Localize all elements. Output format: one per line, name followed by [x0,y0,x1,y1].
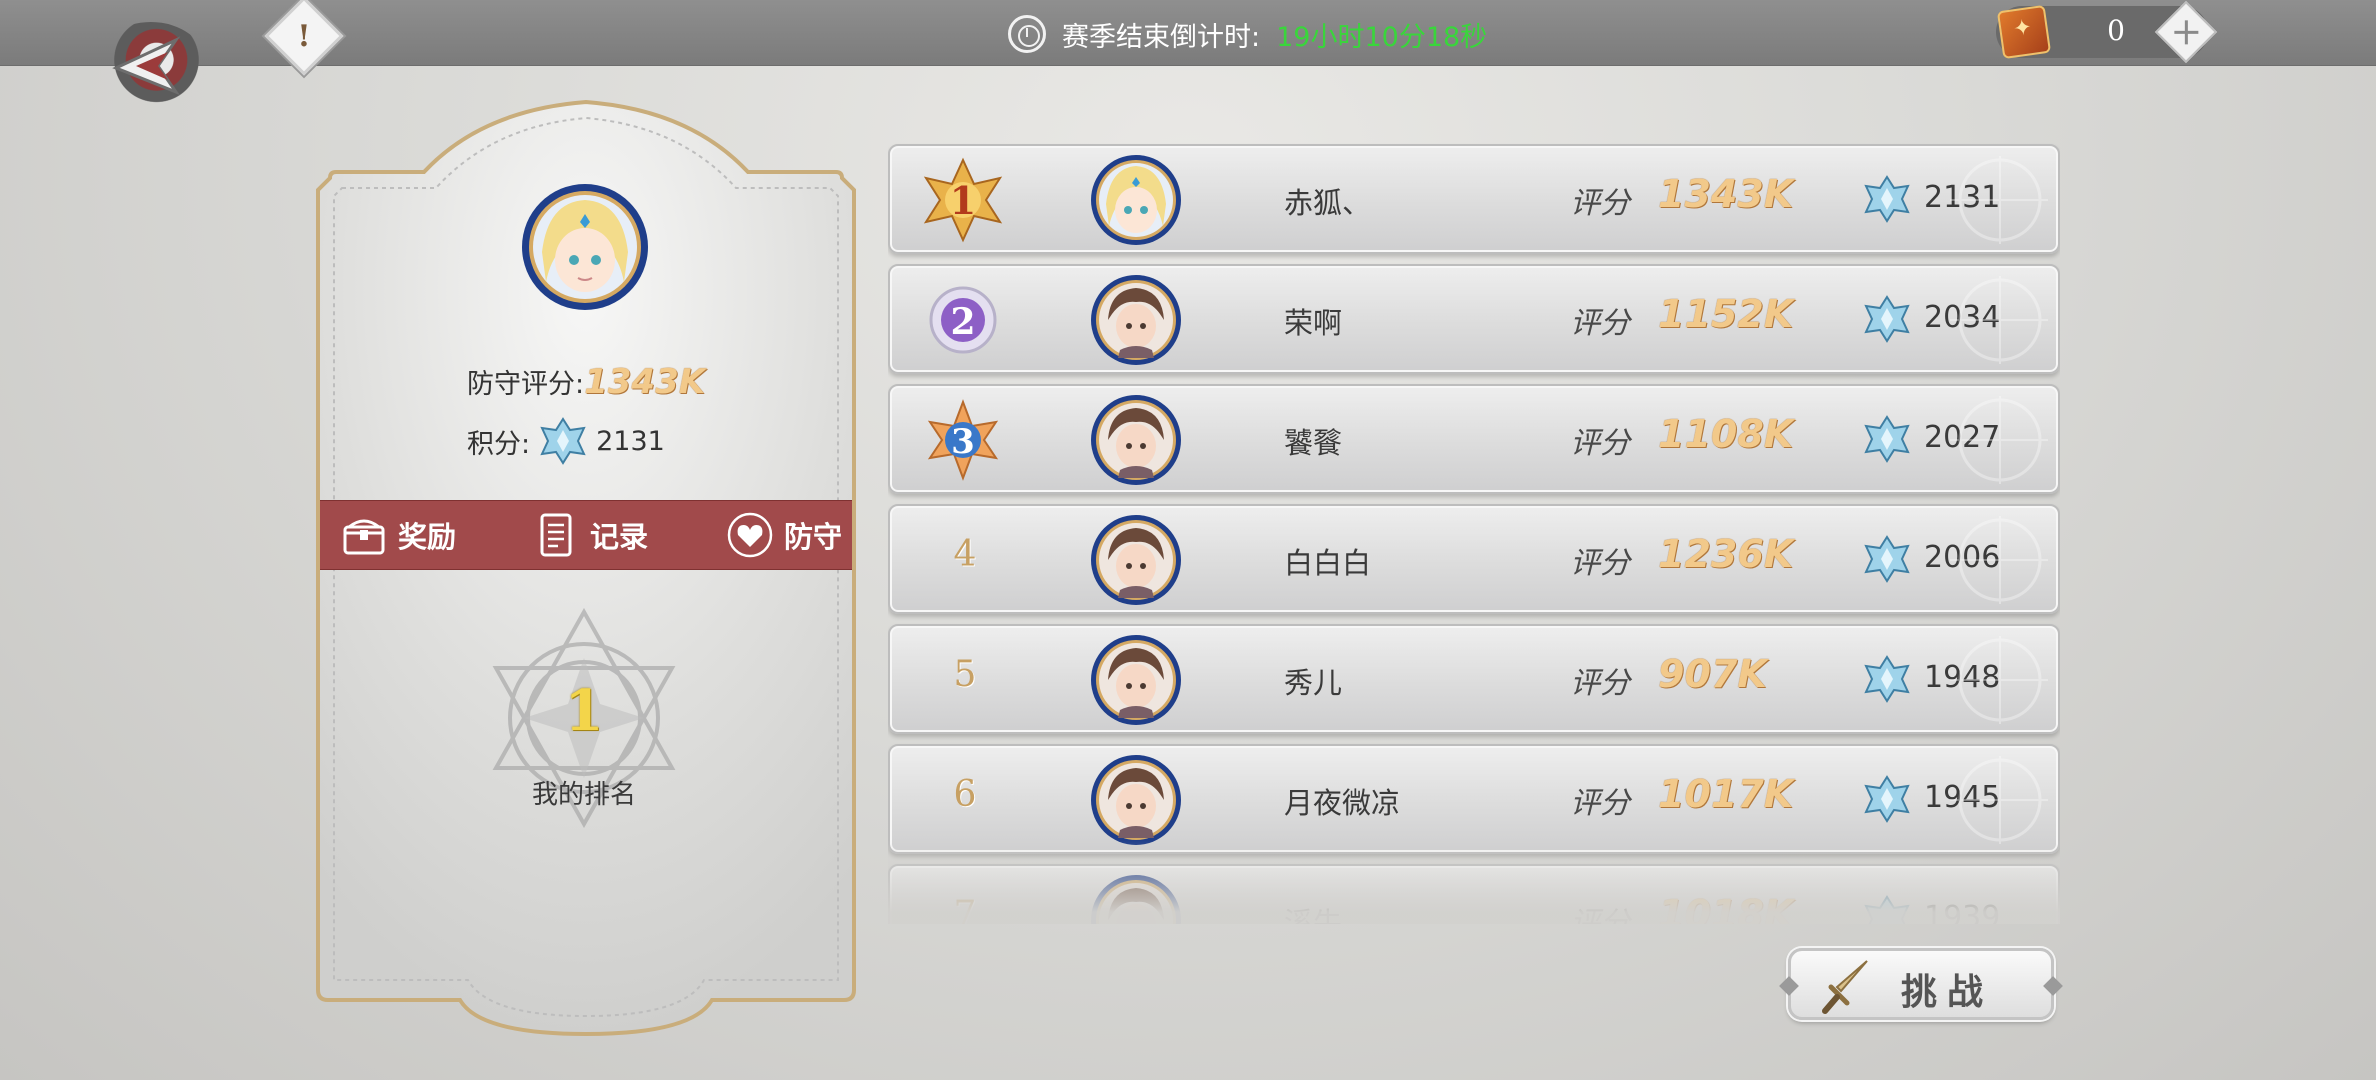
back-arrow-icon [112,36,181,96]
svg-text:1: 1 [950,178,976,223]
player-name: 白白白 [1284,546,1372,580]
rank-number: 7 [953,894,977,924]
leaderboard-row[interactable]: 6 月夜微凉 评分 1017K 1945 [888,744,2060,854]
season-countdown-time: 19小时10分18秒 [1276,21,1488,53]
crystal-icon [1864,535,1910,583]
challenge-label: 挑战 [1901,972,1994,1013]
player-avatar [1091,395,1181,485]
row-ornament [1950,396,2048,484]
score-label: 评分 [1570,546,1630,581]
points-value: 2131 [596,425,665,457]
player-avatar [1091,635,1181,725]
treasure-chest-icon [343,519,385,555]
leaderboard-row[interactable]: 7 溪牛 评分 1018K 1939 [888,864,2060,924]
shield-heart-icon [727,512,773,558]
tab-records-label: 记录 [590,520,649,554]
player-avatar [1091,755,1181,845]
score-label: 评分 [1570,426,1630,461]
score-value: 1343K [1658,172,1794,216]
my-rank-label: 我的排名 [531,780,636,810]
currency-value: 0 [2107,14,2125,47]
sword-icon [1822,960,1868,1014]
defense-score-value: 1343K [584,362,706,402]
my-points: 积分: 2131 [467,417,665,465]
score-label: 评分 [1570,666,1630,701]
score-value: 907K [1658,652,1767,696]
leaderboard-list[interactable]: 1 赤狐、 评分 1343K 2131 2 荣啊 评分 1152K 2034 3… [888,140,2060,924]
leaderboard-row[interactable]: 3 饕餮 评分 1108K 2027 [888,384,2060,494]
leaderboard-row[interactable]: 2 荣啊 评分 1152K 2034 [888,264,2060,374]
player-name: 赤狐、 [1284,186,1372,220]
rank-number: 6 [953,774,977,815]
score-value: 1017K [1658,772,1794,816]
score-label: 评分 [1570,906,1630,924]
button-ornament [1779,976,1799,996]
top-bar: 赛季结束倒计时: 19小时10分18秒 0 [0,0,2376,66]
defense-score-label: 防守评分: [467,369,585,400]
player-name: 月夜微凉 [1284,786,1401,820]
tab-rewards[interactable]: 奖励 [340,500,456,570]
score-value: 1152K [1658,292,1794,336]
my-rank-value: 1 [564,678,604,744]
season-countdown-label: 赛季结束倒计时: [1062,21,1261,53]
svg-text:2: 2 [950,301,975,343]
score-value: 1236K [1658,532,1794,576]
exclamation-icon: ! [297,18,311,54]
row-ornament [1950,756,2048,844]
player-avatar [1091,515,1181,605]
row-ornament [1950,276,2048,364]
clock-icon [1008,15,1046,53]
player-avatar [1091,155,1181,245]
gold-rank-medal-icon: 1 [923,157,1003,243]
defense-score: 防守评分: 1343K [467,362,705,408]
tab-rewards-label: 奖励 [398,520,457,554]
player-name: 秀儿 [1284,666,1343,700]
crystal-icon [1864,895,1910,924]
button-ornament [2043,976,2063,996]
back-button[interactable] [96,22,206,106]
tab-records[interactable]: 记录 [532,500,648,570]
crystal-icon [1864,775,1910,823]
my-avatar [522,184,648,310]
challenge-button[interactable]: 挑战 [1779,948,2063,1020]
svg-text:3: 3 [951,422,975,462]
row-ornament [1950,636,2048,724]
rank-number: 5 [953,654,977,695]
panel-tab-bar: 奖励 记录 防守 [320,500,852,570]
crystal-icon [1864,295,1910,343]
score-label: 评分 [1570,306,1630,341]
player-name: 荣啊 [1284,306,1343,340]
score-label: 评分 [1570,186,1630,221]
score-label: 评分 [1570,786,1630,821]
player-avatar [1091,275,1181,365]
leaderboard-row[interactable]: 5 秀儿 评分 907K 1948 [888,624,2060,734]
rank-number: 4 [953,534,977,575]
leaderboard-row[interactable]: 1 赤狐、 评分 1343K 2131 [888,144,2060,254]
row-ornament [1950,156,2048,244]
player-name: 饕餮 [1284,426,1343,460]
my-defense-panel: 防守评分: 1343K 积分: 2131 奖励 记录 防守 1 我的排名 [312,100,860,1038]
scroll-icon [540,513,572,557]
tab-defense-label: 防守 [784,520,843,554]
leaderboard-row[interactable]: 4 白白白 评分 1236K 2006 [888,504,2060,614]
crystal-icon [1864,655,1910,703]
points-label: 积分: [467,428,531,460]
player-avatar [1091,875,1181,924]
tab-defense[interactable]: 防守 [726,500,842,570]
score-value: 1108K [1658,412,1794,456]
points-value: 1939 [1924,900,2001,924]
spellbook-icon [1996,4,2052,60]
score-value: 1018K [1658,892,1794,924]
row-ornament [1950,516,2048,604]
crystal-icon [540,417,586,465]
player-name: 溪牛 [1284,906,1343,924]
silver-rank-medal-icon: 2 [929,286,997,354]
crystal-icon [1864,175,1910,223]
season-countdown: 赛季结束倒计时: 19小时10分18秒 [1008,14,1487,54]
crystal-icon [1864,415,1910,463]
bronze-rank-medal-icon: 3 [927,399,999,481]
